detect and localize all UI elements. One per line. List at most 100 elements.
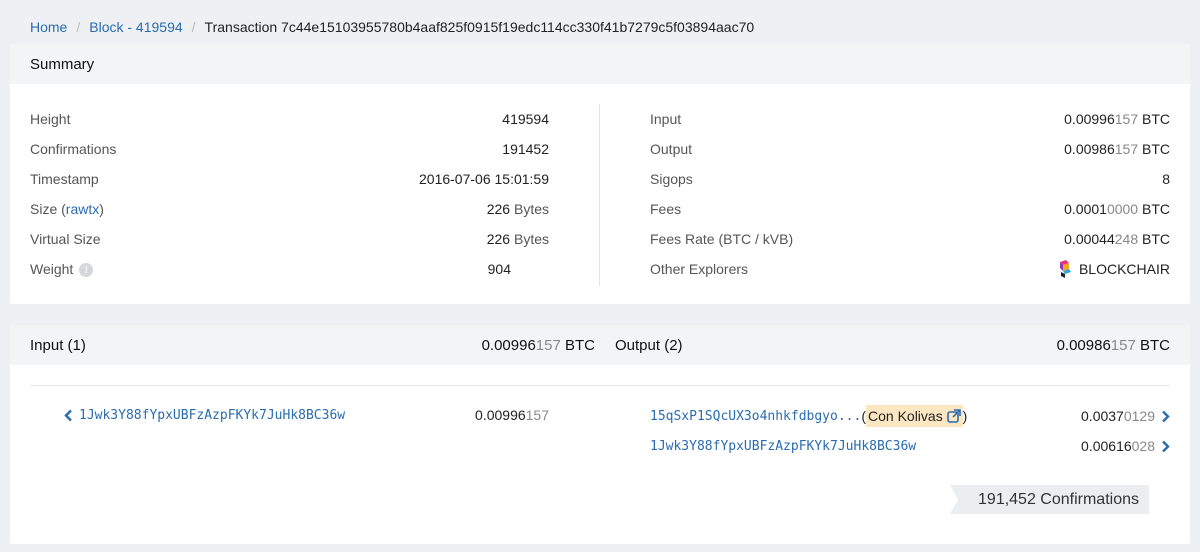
summary-title: Summary <box>30 55 95 73</box>
height-label: Height <box>30 111 71 127</box>
output-amount-dim: 0129 <box>1123 408 1155 424</box>
input-amount-dim: 157 <box>525 407 549 423</box>
io-header: Input (1) 0.00996157 BTC Output (2) 0.00… <box>10 325 1190 365</box>
input-total: 0.00996157 BTC <box>482 337 595 354</box>
weight-value: 904 <box>487 261 511 277</box>
output-amount: 0.00370129 <box>1081 408 1170 424</box>
timestamp-value: 2016-07-06 15:01:59 <box>419 171 549 187</box>
summary-left-column: Height 419594 Confirmations 191452 Times… <box>30 104 549 284</box>
fees-amount-main: 0.0001 <box>1064 201 1107 217</box>
summary-header: Summary <box>10 44 1190 84</box>
breadcrumb-home-link[interactable]: Home <box>30 19 67 35</box>
summary-card: Summary Height 419594 Confirmations 1914… <box>10 44 1190 304</box>
input-unit: BTC <box>1142 111 1170 127</box>
address-tag-label: Con Kolivas <box>868 408 943 424</box>
input-address-link[interactable]: 1Jwk3Y88fYpxUBFzAzpFKYk7JuHk8BC36w <box>64 408 345 423</box>
breadcrumb-current-transaction: Transaction 7c44e15103955780b4aaf825f091… <box>204 19 755 35</box>
output-amount-main: 0.00616 <box>1081 438 1132 454</box>
confirmations-badge: 191,452 Confirmations <box>950 485 1149 514</box>
confirmations-label: Confirmations <box>30 141 117 157</box>
info-icon[interactable]: i <box>79 263 94 278</box>
fee-rate-main: 0.00044 <box>1064 231 1115 247</box>
input-amount: 0.00996157 <box>475 407 549 423</box>
fee-rate-value: 0.00044248 BTC <box>1064 231 1170 247</box>
fees-value: 0.00010000 BTC <box>1064 201 1170 217</box>
output-total-main: 0.00986 <box>1056 336 1111 354</box>
input-list-item: 1Jwk3Y88fYpxUBFzAzpFKYk7JuHk8BC36w 0.009… <box>64 407 549 423</box>
input-amount-dim: 157 <box>1114 111 1139 127</box>
vsize-unit: Bytes <box>513 231 549 247</box>
output-amount-main: 0.00986 <box>1064 141 1115 157</box>
input-amount-main: 0.00996 <box>1064 111 1115 127</box>
timestamp-label: Timestamp <box>30 171 99 187</box>
output-address-link[interactable]: 1Jwk3Y88fYpxUBFzAzpFKYk7JuHk8BC36w <box>650 439 916 454</box>
summary-right-column: Input 0.00996157 BTC Output 0.00986157 B… <box>650 104 1170 284</box>
size-label-text: Size ( <box>30 201 66 217</box>
sigops-row: Sigops 8 <box>650 164 1170 194</box>
output-list-item: 15qSxP1SQcUX3o4nhkfdbgyo... ( Con Koliva… <box>650 401 1170 431</box>
size-number: 226 <box>486 201 511 217</box>
input-total-dim: 157 <box>535 336 561 354</box>
output-amount-main: 0.0037 <box>1081 408 1124 424</box>
column-divider <box>599 104 600 286</box>
fees-amount-dim: 0000 <box>1106 201 1139 217</box>
confirmations-value: 191452 <box>502 141 549 157</box>
weight-label: Weight i <box>30 261 94 278</box>
input-row: Input 0.00996157 BTC <box>650 104 1170 134</box>
size-value: 226 Bytes <box>487 201 549 217</box>
fee-rate-unit: BTC <box>1142 231 1170 247</box>
tag-paren-close: ) <box>962 408 968 424</box>
size-unit: Bytes <box>513 201 549 217</box>
input-count-title: Input (1) <box>30 336 86 354</box>
fees-unit: BTC <box>1142 201 1170 217</box>
output-amount: 0.00616028 <box>1081 438 1170 454</box>
input-total-unit: BTC <box>565 336 595 354</box>
vsize-number: 226 <box>486 231 511 247</box>
sigops-label: Sigops <box>650 171 693 187</box>
address-tag: Con Kolivas <box>866 405 963 427</box>
output-row: Output 0.00986157 BTC <box>650 134 1170 164</box>
chevron-left-icon <box>64 409 72 421</box>
transaction-io-card: Input (1) 0.00996157 BTC Output (2) 0.00… <box>10 325 1190 544</box>
external-link-icon[interactable] <box>946 409 961 423</box>
weight-row: Weight i 904 <box>30 254 549 284</box>
io-divider <box>30 385 1170 386</box>
output-unit: BTC <box>1142 141 1170 157</box>
output-list: 15qSxP1SQcUX3o4nhkfdbgyo... ( Con Koliva… <box>650 401 1170 461</box>
output-amount-value: 0.00616028 <box>1081 438 1155 454</box>
breadcrumb: Home / Block - 419594 / Transaction 7c44… <box>30 18 754 36</box>
chevron-right-icon[interactable] <box>1161 410 1170 423</box>
size-label: Size (rawtx) <box>30 201 104 217</box>
output-total-dim: 157 <box>1110 336 1136 354</box>
output-address-link[interactable]: 15qSxP1SQcUX3o4nhkfdbgyo... <box>650 409 861 424</box>
output-amount-dim: 028 <box>1131 438 1155 454</box>
blockchair-label: BLOCKCHAIR <box>1078 261 1170 277</box>
vsize-row: Virtual Size 226 Bytes <box>30 224 549 254</box>
size-label-close: ) <box>99 201 104 217</box>
blockchair-link[interactable]: BLOCKCHAIR <box>1057 260 1170 278</box>
input-value: 0.00996157 BTC <box>1064 111 1170 127</box>
output-total: 0.00986157 BTC <box>1057 337 1170 354</box>
input-label: Input <box>650 111 682 127</box>
confirmations-row: Confirmations 191452 <box>30 134 549 164</box>
fee-rate-label: Fees Rate (BTC / kVB) <box>650 231 794 247</box>
input-total-main: 0.00996 <box>481 336 536 354</box>
chevron-right-icon[interactable] <box>1161 440 1170 453</box>
fee-rate-dim: 248 <box>1114 231 1139 247</box>
output-address-group: 15qSxP1SQcUX3o4nhkfdbgyo... ( Con Koliva… <box>650 405 967 427</box>
other-explorers-label: Other Explorers <box>650 261 749 277</box>
size-row: Size (rawtx) 226 Bytes <box>30 194 549 224</box>
blockchair-logo-icon <box>1059 260 1071 278</box>
output-header: Output (2) 0.00986157 BTC <box>615 337 1170 354</box>
output-amount-dim: 157 <box>1114 141 1139 157</box>
vsize-value: 226 Bytes <box>487 231 549 247</box>
output-list-item: 1Jwk3Y88fYpxUBFzAzpFKYk7JuHk8BC36w 0.006… <box>650 431 1170 461</box>
other-explorers-row: Other Explorers BLOCKCHAIR <box>650 254 1170 284</box>
rawtx-link[interactable]: rawtx <box>66 201 99 217</box>
vsize-label: Virtual Size <box>30 231 101 247</box>
input-address: 1Jwk3Y88fYpxUBFzAzpFKYk7JuHk8BC36w <box>79 407 346 423</box>
input-header: Input (1) 0.00996157 BTC <box>30 337 595 354</box>
height-link[interactable]: 419594 <box>502 111 549 127</box>
fees-label: Fees <box>650 201 682 217</box>
breadcrumb-block-link[interactable]: Block - 419594 <box>89 19 182 35</box>
